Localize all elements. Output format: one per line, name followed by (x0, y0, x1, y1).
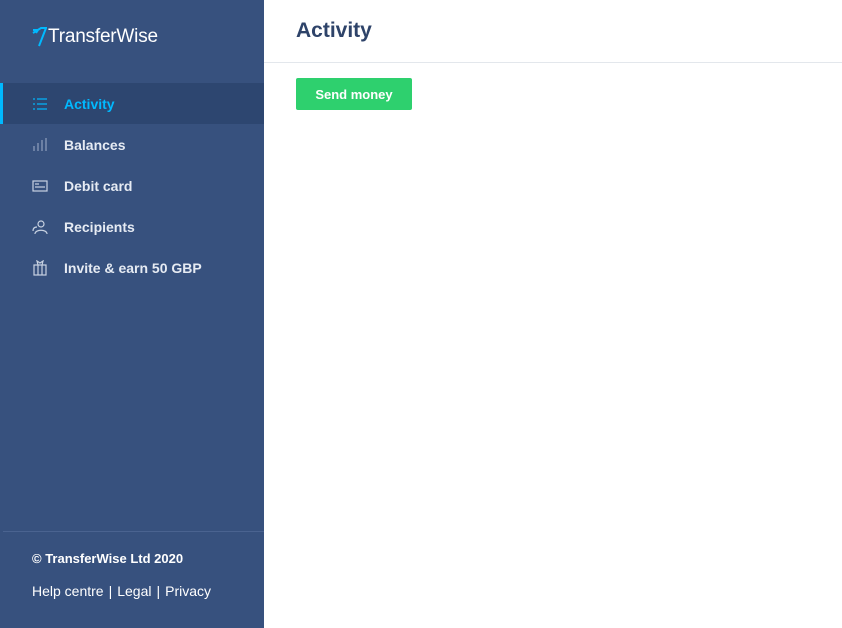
footer-links: Help centre | Legal | Privacy (32, 583, 211, 599)
transferwise-flag-icon (32, 27, 47, 47)
main-content: Activity Send money (264, 0, 842, 628)
sidebar-item-activity[interactable]: Activity (0, 83, 264, 124)
footer-separator: | (108, 583, 113, 599)
sidebar-item-label: Invite & earn 50 GBP (64, 259, 202, 276)
sidebar-divider (3, 531, 264, 532)
sidebar-item-label: Activity (64, 95, 115, 112)
sidebar-nav: Activity Balances Debit card Recipients … (0, 83, 264, 288)
users-icon (32, 219, 48, 235)
send-money-button[interactable]: Send money (296, 78, 412, 110)
transferwise-logo[interactable]: TransferWise (31, 24, 158, 50)
sidebar-item-label: Recipients (64, 218, 135, 235)
copyright: © TransferWise Ltd 2020 (32, 551, 184, 566)
card-icon (32, 178, 48, 194)
sidebar: TransferWise Activity Balances Debit car… (0, 0, 264, 628)
help-centre-link[interactable]: Help centre (32, 583, 104, 599)
sidebar-item-debit-card[interactable]: Debit card (0, 165, 264, 206)
brand-name: TransferWise (48, 26, 158, 47)
page-header: Activity (264, 0, 842, 63)
gift-icon (32, 259, 48, 276)
privacy-link[interactable]: Privacy (165, 583, 211, 599)
footer-separator: | (156, 583, 161, 599)
sidebar-item-invite[interactable]: Invite & earn 50 GBP (0, 247, 264, 288)
bar-chart-icon (32, 137, 48, 153)
legal-link[interactable]: Legal (117, 583, 151, 599)
sidebar-item-label: Debit card (64, 177, 133, 194)
sidebar-item-label: Balances (64, 136, 126, 153)
list-icon (32, 96, 48, 112)
sidebar-item-balances[interactable]: Balances (0, 124, 264, 165)
page-title: Activity (296, 19, 372, 42)
sidebar-item-recipients[interactable]: Recipients (0, 206, 264, 247)
